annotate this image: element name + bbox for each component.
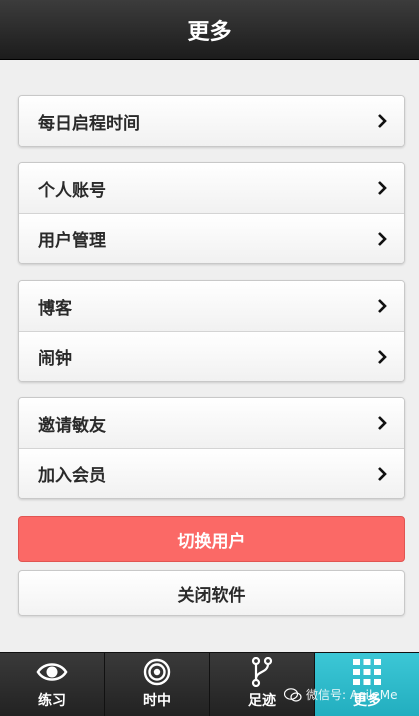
tab-label: 足迹 — [248, 693, 276, 709]
chevron-right-icon — [378, 466, 387, 481]
chevron-right-icon — [378, 114, 387, 128]
target-icon — [140, 656, 174, 688]
menu-item-join-membership[interactable]: 加入会员 — [19, 448, 404, 498]
eye-icon — [35, 656, 69, 688]
menu-item-alarm[interactable]: 闹钟 — [19, 331, 404, 381]
watermark-text: 微信号: AgileMe — [306, 688, 398, 702]
menu-item-personal-account[interactable]: 个人账号 — [19, 163, 404, 213]
menu-item-label: 博客 — [38, 298, 72, 319]
menu-item-label: 每日启程时间 — [38, 113, 140, 134]
chevron-right-icon — [378, 181, 387, 195]
menu-item-invite-friends[interactable]: 邀请敏友 — [19, 398, 404, 448]
menu-item-user-management[interactable]: 用户管理 — [19, 213, 404, 263]
close-app-button[interactable]: 关闭软件 — [18, 570, 405, 616]
menu-item-label: 个人账号 — [38, 180, 106, 201]
menu-item-label: 加入会员 — [38, 466, 106, 486]
menu-group-social: 邀请敏友 加入会员 — [18, 397, 405, 499]
watermark: 微信号: AgileMe — [284, 686, 397, 703]
menu-group-tools: 博客 闹钟 — [18, 280, 405, 382]
tab-label: 练习 — [38, 693, 66, 709]
branch-icon — [245, 656, 279, 688]
tab-more[interactable]: 更多 — [315, 653, 419, 716]
chevron-right-icon — [378, 299, 387, 313]
grid-icon — [350, 656, 384, 688]
bottom-tab-bar: 练习 时中 足迹 更多 — [0, 652, 419, 716]
menu-item-blog[interactable]: 博客 — [19, 281, 404, 331]
page-title: 更多 — [187, 19, 232, 45]
menu-item-label: 用户管理 — [38, 231, 106, 251]
tab-practice[interactable]: 练习 — [0, 653, 105, 716]
chevron-right-icon — [378, 416, 387, 430]
menu-item-label: 邀请敏友 — [38, 415, 106, 436]
tab-label: 时中 — [143, 693, 171, 709]
wechat-icon — [284, 687, 302, 702]
chevron-right-icon — [378, 349, 387, 364]
top-bar: 更多 — [0, 0, 419, 60]
tab-footprint[interactable]: 足迹 — [210, 653, 315, 716]
tab-timing[interactable]: 时中 — [105, 653, 210, 716]
menu-item-daily-start-time[interactable]: 每日启程时间 — [19, 96, 404, 146]
menu-group-schedule: 每日启程时间 — [18, 95, 405, 147]
switch-user-button[interactable]: 切换用户 — [18, 516, 405, 562]
chevron-right-icon — [378, 231, 387, 246]
menu-item-label: 闹钟 — [38, 349, 72, 369]
menu-group-account: 个人账号 用户管理 — [18, 162, 405, 264]
